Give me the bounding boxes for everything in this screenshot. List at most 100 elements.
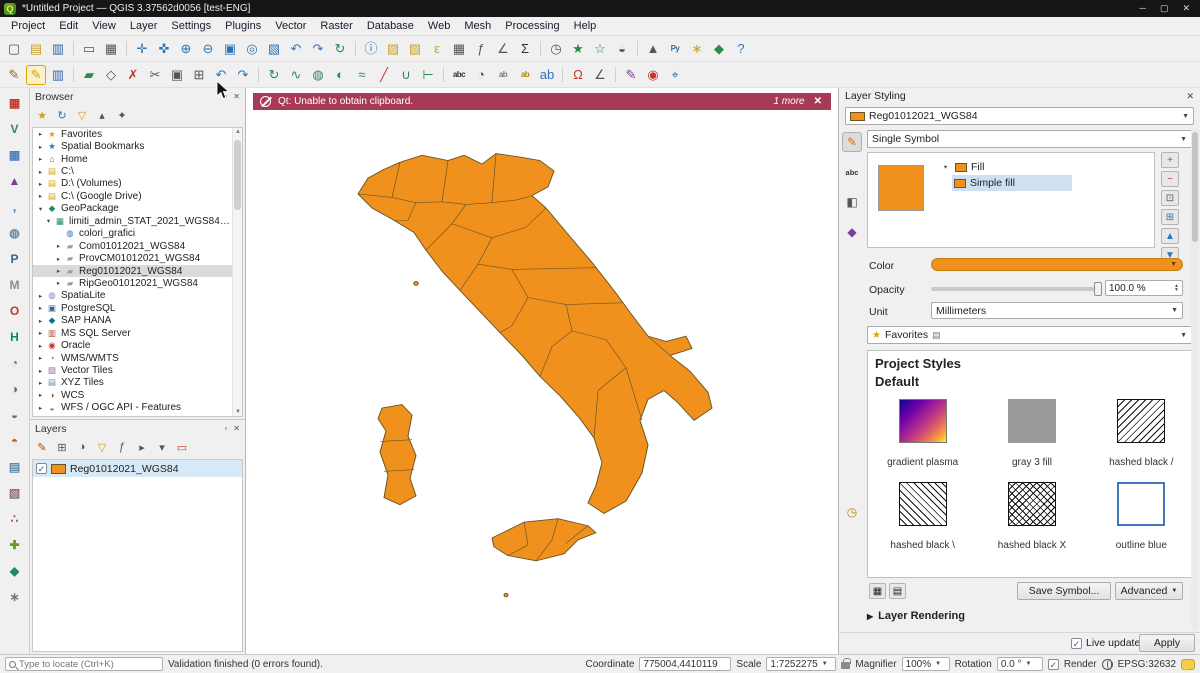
paste-features-button[interactable]: ⊞ — [189, 65, 209, 85]
style-gray-3-fill[interactable]: gray 3 fill — [977, 399, 1086, 468]
highlight-pinned-labels-button[interactable]: ab — [515, 65, 535, 85]
add-wfs-layer-button[interactable]: ◒ — [5, 405, 25, 425]
snapping-button[interactable]: Ω — [568, 65, 588, 85]
locate-input[interactable] — [19, 659, 159, 670]
map-canvas[interactable]: Qt: Unable to obtain clipboard. 1 more ✕ — [246, 88, 838, 654]
remove-layer-button[interactable]: ▭ — [174, 439, 190, 455]
new-shapefile-layer-button[interactable]: ✚ — [5, 535, 25, 555]
browser-refresh-button[interactable]: ↻ — [54, 107, 70, 123]
browser-item-google-drive[interactable]: ▸ ▤ C:\ (Google Drive) — [33, 190, 242, 202]
filter-legend-button[interactable]: ▽ — [94, 439, 110, 455]
icon-view-button[interactable]: ▦ — [869, 583, 886, 599]
browser-collapse-all-button[interactable]: ▴ — [94, 107, 110, 123]
browser-filter-button[interactable]: ▽ — [74, 107, 90, 123]
styling-scrollbar[interactable] — [1191, 128, 1199, 630]
layers-float-button[interactable]: ▫ — [224, 424, 227, 433]
manage-map-themes-button[interactable]: ◑ — [74, 439, 90, 455]
browser-item-mssql[interactable]: ▸ ▥ MS SQL Server — [33, 327, 242, 339]
add-vector-layer-button[interactable]: V — [5, 119, 25, 139]
deselect-features-button[interactable]: ▧ — [405, 39, 425, 59]
zoom-last-button[interactable]: ↶ — [286, 39, 306, 59]
collapse-all-layers-button[interactable]: ▾ — [154, 439, 170, 455]
open-attribute-table-button[interactable]: ▦ — [449, 39, 469, 59]
style-filter-combobox[interactable]: ★ Favorites ▤ ▼ — [867, 326, 1192, 344]
browser-item-provcm01012021[interactable]: ▸ ▰ ProvCM01012021_WGS84 — [33, 252, 242, 264]
opacity-slider[interactable] — [931, 287, 1099, 291]
reshape-features-button[interactable]: ≈ — [352, 65, 372, 85]
add-hana-layer-button[interactable]: H — [5, 327, 25, 347]
browser-item-gpkg-file[interactable]: ▾ ▦ limiti_admin_STAT_2021_WGS84.gpkg — [33, 215, 242, 227]
layer-labeling-button[interactable]: abc — [449, 65, 469, 85]
list-view-button[interactable]: ▤ — [889, 583, 906, 599]
locate-box[interactable] — [5, 657, 163, 671]
spin-arrows-icon[interactable]: ▲▼ — [1174, 284, 1179, 292]
zoom-next-button[interactable]: ↷ — [308, 39, 328, 59]
open-data-source-manager-button[interactable]: ▦ — [5, 93, 25, 113]
delete-selected-button[interactable]: ✗ — [123, 65, 143, 85]
split-features-button[interactable]: ╱ — [374, 65, 394, 85]
browser-item-d-drive[interactable]: ▸ ▤ D:\ (Volumes) — [33, 178, 242, 190]
add-xyz-layer-button[interactable]: ▤ — [5, 457, 25, 477]
coordinate-capture-button[interactable]: ⌖ — [665, 65, 685, 85]
add-spatialite-layer-button[interactable]: ◍ — [5, 223, 25, 243]
measure-area-button[interactable]: ∠ — [590, 65, 610, 85]
browser-item-xyz-tiles[interactable]: ▸ ▤ XYZ Tiles — [33, 377, 242, 389]
temporal-controller-button[interactable]: ◷ — [546, 39, 566, 59]
browser-item-com01012021[interactable]: ▸ ▰ Com01012021_WGS84 — [33, 240, 242, 252]
apply-button[interactable]: Apply — [1139, 634, 1195, 652]
toggle-editing-button[interactable]: ✎ — [26, 65, 46, 85]
add-arcgis-rest-layer-button[interactable]: ◓ — [5, 431, 25, 451]
measure-line-button[interactable]: ∠ — [493, 39, 513, 59]
live-update-checkbox[interactable]: ✓ — [1071, 638, 1082, 649]
live-update-control[interactable]: ✓ Live update — [1071, 637, 1140, 649]
current-edits-button[interactable]: ✎ — [4, 65, 24, 85]
move-label-button[interactable]: ab — [537, 65, 557, 85]
zoom-to-layer-button[interactable]: ▧ — [264, 39, 284, 59]
add-mesh-layer-button[interactable]: ▲ — [5, 171, 25, 191]
plugin-manager-button[interactable]: ◆ — [709, 39, 729, 59]
browser-item-sap-hana[interactable]: ▸ ◆ SAP HANA — [33, 315, 242, 327]
rotate-feature-button[interactable]: ↻ — [264, 65, 284, 85]
symbology-tab[interactable]: ✎ — [842, 132, 862, 152]
menu-database[interactable]: Database — [360, 18, 421, 34]
fill-color-button[interactable]: ▼ — [931, 258, 1183, 271]
new-geopackage-layer-button[interactable]: ◆ — [5, 561, 25, 581]
browser-item-favorites[interactable]: ▸ ★ Favorites — [33, 128, 242, 140]
rotation-spinbox[interactable]: 0.0 °▼ — [997, 657, 1043, 671]
browser-item-wms[interactable]: ▸ ◔ WMS/WMTS — [33, 352, 242, 364]
scale-combobox[interactable]: 1:7252275▼ — [766, 657, 836, 671]
add-ring-button[interactable]: ◍ — [308, 65, 328, 85]
add-delimited-text-layer-button[interactable]: , — [5, 197, 25, 217]
browser-item-c-drive[interactable]: ▸ ▤ C:\ — [33, 165, 242, 177]
merge-features-button[interactable]: ∪ — [396, 65, 416, 85]
menu-help[interactable]: Help — [567, 18, 604, 34]
save-layer-edits-button[interactable]: ▥ — [48, 65, 68, 85]
message-bar-more[interactable]: 1 more — [773, 96, 804, 107]
copy-features-button[interactable]: ▣ — [167, 65, 187, 85]
select-features-button[interactable]: ▨ — [383, 39, 403, 59]
save-symbol-button[interactable]: Save Symbol... — [1017, 582, 1111, 600]
message-bar-close-icon[interactable]: ✕ — [812, 96, 824, 107]
move-symbol-layer-up-button[interactable]: ▲ — [1161, 228, 1179, 244]
close-button[interactable]: ✕ — [1182, 3, 1190, 14]
pin-labels-button[interactable]: ab — [493, 65, 513, 85]
add-oracle-layer-button[interactable]: O — [5, 301, 25, 321]
menu-mesh[interactable]: Mesh — [457, 18, 498, 34]
save-project-button[interactable]: ▥ — [48, 39, 68, 59]
style-outline-blue[interactable]: outline blue — [1087, 482, 1196, 551]
refresh-map-button[interactable]: ↻ — [330, 39, 350, 59]
menu-web[interactable]: Web — [421, 18, 457, 34]
browser-item-postgresql[interactable]: ▸ ▣ PostgreSQL — [33, 302, 242, 314]
layer-rendering-section[interactable]: ▶ Layer Rendering — [867, 610, 965, 622]
add-raster-layer-button[interactable]: ▦ — [5, 145, 25, 165]
browser-item-ripgeo01012021[interactable]: ▸ ▰ RipGeo01012021_WGS84 — [33, 277, 242, 289]
messages-icon[interactable] — [1181, 659, 1195, 670]
expand-all-button[interactable]: ▸ — [134, 439, 150, 455]
renderer-combobox[interactable]: Single Symbol ▼ — [867, 130, 1192, 148]
menu-edit[interactable]: Edit — [52, 18, 85, 34]
magnifier-spinbox[interactable]: 100%▼ — [902, 657, 950, 671]
pan-map-button[interactable]: ✛ — [132, 39, 152, 59]
scroll-thumb[interactable] — [234, 140, 241, 210]
open-layer-styling-panel-button[interactable]: ✎ — [34, 439, 50, 455]
browser-item-colori-grafici[interactable]: ◍ colori_grafici — [33, 228, 242, 240]
